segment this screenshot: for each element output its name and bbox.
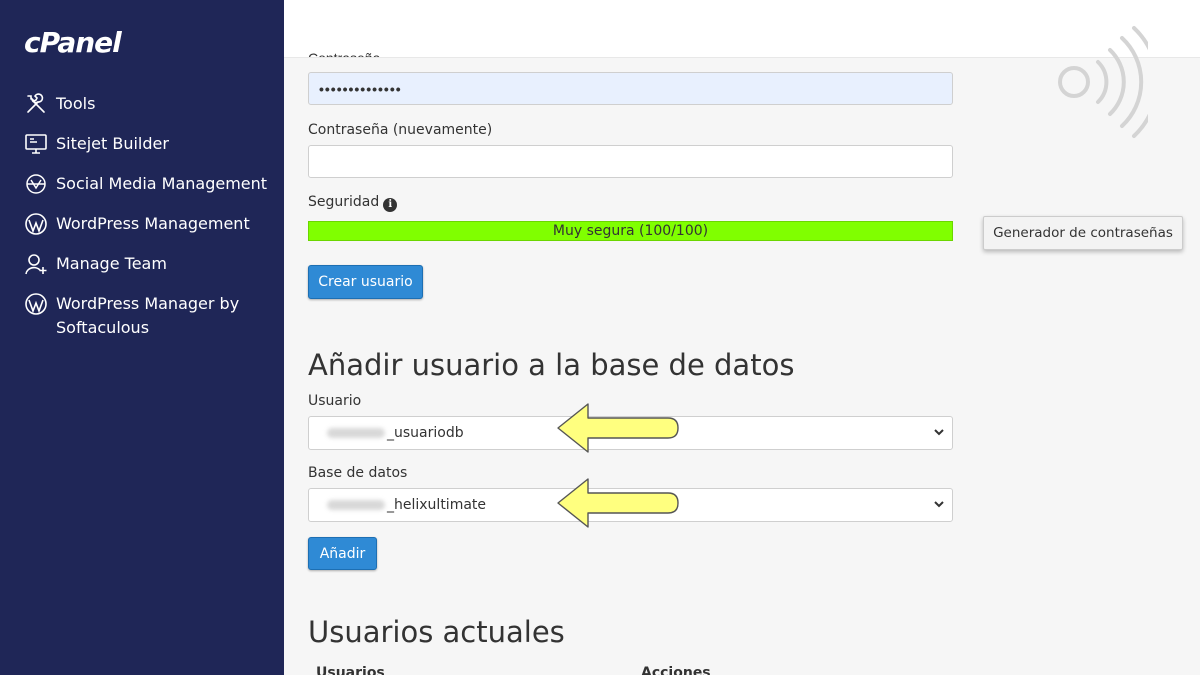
sidebar-item-label: Tools	[56, 94, 96, 113]
info-icon[interactable]: i	[383, 198, 398, 212]
user-select-value: _usuariodb	[387, 425, 464, 441]
password-again-label: Contraseña (nuevamente)	[308, 122, 493, 138]
user-select-label: Usuario	[308, 393, 362, 409]
user-add-icon	[24, 252, 48, 276]
chevron-down-icon	[934, 501, 944, 508]
wordpress-icon	[24, 212, 48, 236]
sidebar: cPanel Tools Sitejet Builder Social Medi…	[0, 0, 284, 675]
cpanel-logo[interactable]: cPanel	[24, 26, 122, 59]
column-header-actions: Acciones	[641, 665, 711, 675]
sidebar-item-label: Sitejet Builder	[56, 134, 169, 153]
sidebar-item-social-media[interactable]: Social Media Management	[24, 172, 274, 196]
social-media-icon	[24, 172, 48, 196]
password-strength-meter: Muy segura (100/100)	[308, 221, 953, 241]
sidebar-nav: Tools Sitejet Builder Social Media Manag…	[24, 92, 274, 356]
password-generator-button[interactable]: Generador de contraseñas	[983, 216, 1183, 250]
redacted-prefix	[327, 428, 385, 438]
security-label-row: Seguridad i	[308, 194, 398, 212]
main-content: Contraseña •••••••••••••• Contraseña (nu…	[284, 0, 1200, 675]
signal-watermark-icon	[1058, 26, 1148, 138]
security-label: Seguridad	[308, 194, 380, 210]
create-user-button[interactable]: Crear usuario	[308, 265, 423, 299]
annotation-arrow-icon	[557, 403, 679, 453]
wordpress-icon	[24, 292, 48, 316]
password-field[interactable]: ••••••••••••••	[308, 72, 953, 105]
sidebar-item-manage-team[interactable]: Manage Team	[24, 252, 274, 276]
monitor-icon	[24, 132, 48, 156]
sidebar-item-label: WordPress Management	[56, 214, 250, 233]
redacted-prefix	[327, 500, 385, 510]
add-user-heading: Añadir usuario a la base de datos	[308, 348, 795, 382]
sidebar-item-tools[interactable]: Tools	[24, 92, 274, 116]
sidebar-item-label: Social Media Management	[56, 174, 268, 193]
sidebar-item-sitejet[interactable]: Sitejet Builder	[24, 132, 274, 156]
sidebar-item-label: Manage Team	[56, 254, 167, 273]
database-select-value: _helixultimate	[387, 497, 487, 513]
password-label: Contraseña	[308, 50, 381, 58]
sidebar-item-wordpress-softaculous[interactable]: WordPress Manager by Softaculous	[24, 292, 274, 340]
sidebar-item-label: WordPress Manager by Softaculous	[56, 294, 240, 337]
strength-text: Muy segura (100/100)	[552, 223, 709, 239]
column-header-users: Usuarios	[316, 665, 385, 675]
current-users-heading: Usuarios actuales	[308, 615, 565, 649]
password-again-field[interactable]	[308, 145, 953, 178]
annotation-arrow-icon	[557, 478, 679, 528]
add-button[interactable]: Añadir	[308, 537, 377, 570]
sidebar-item-wordpress-management[interactable]: WordPress Management	[24, 212, 274, 236]
database-select-label: Base de datos	[308, 465, 408, 481]
tools-icon	[24, 92, 48, 116]
chevron-down-icon	[934, 429, 944, 436]
